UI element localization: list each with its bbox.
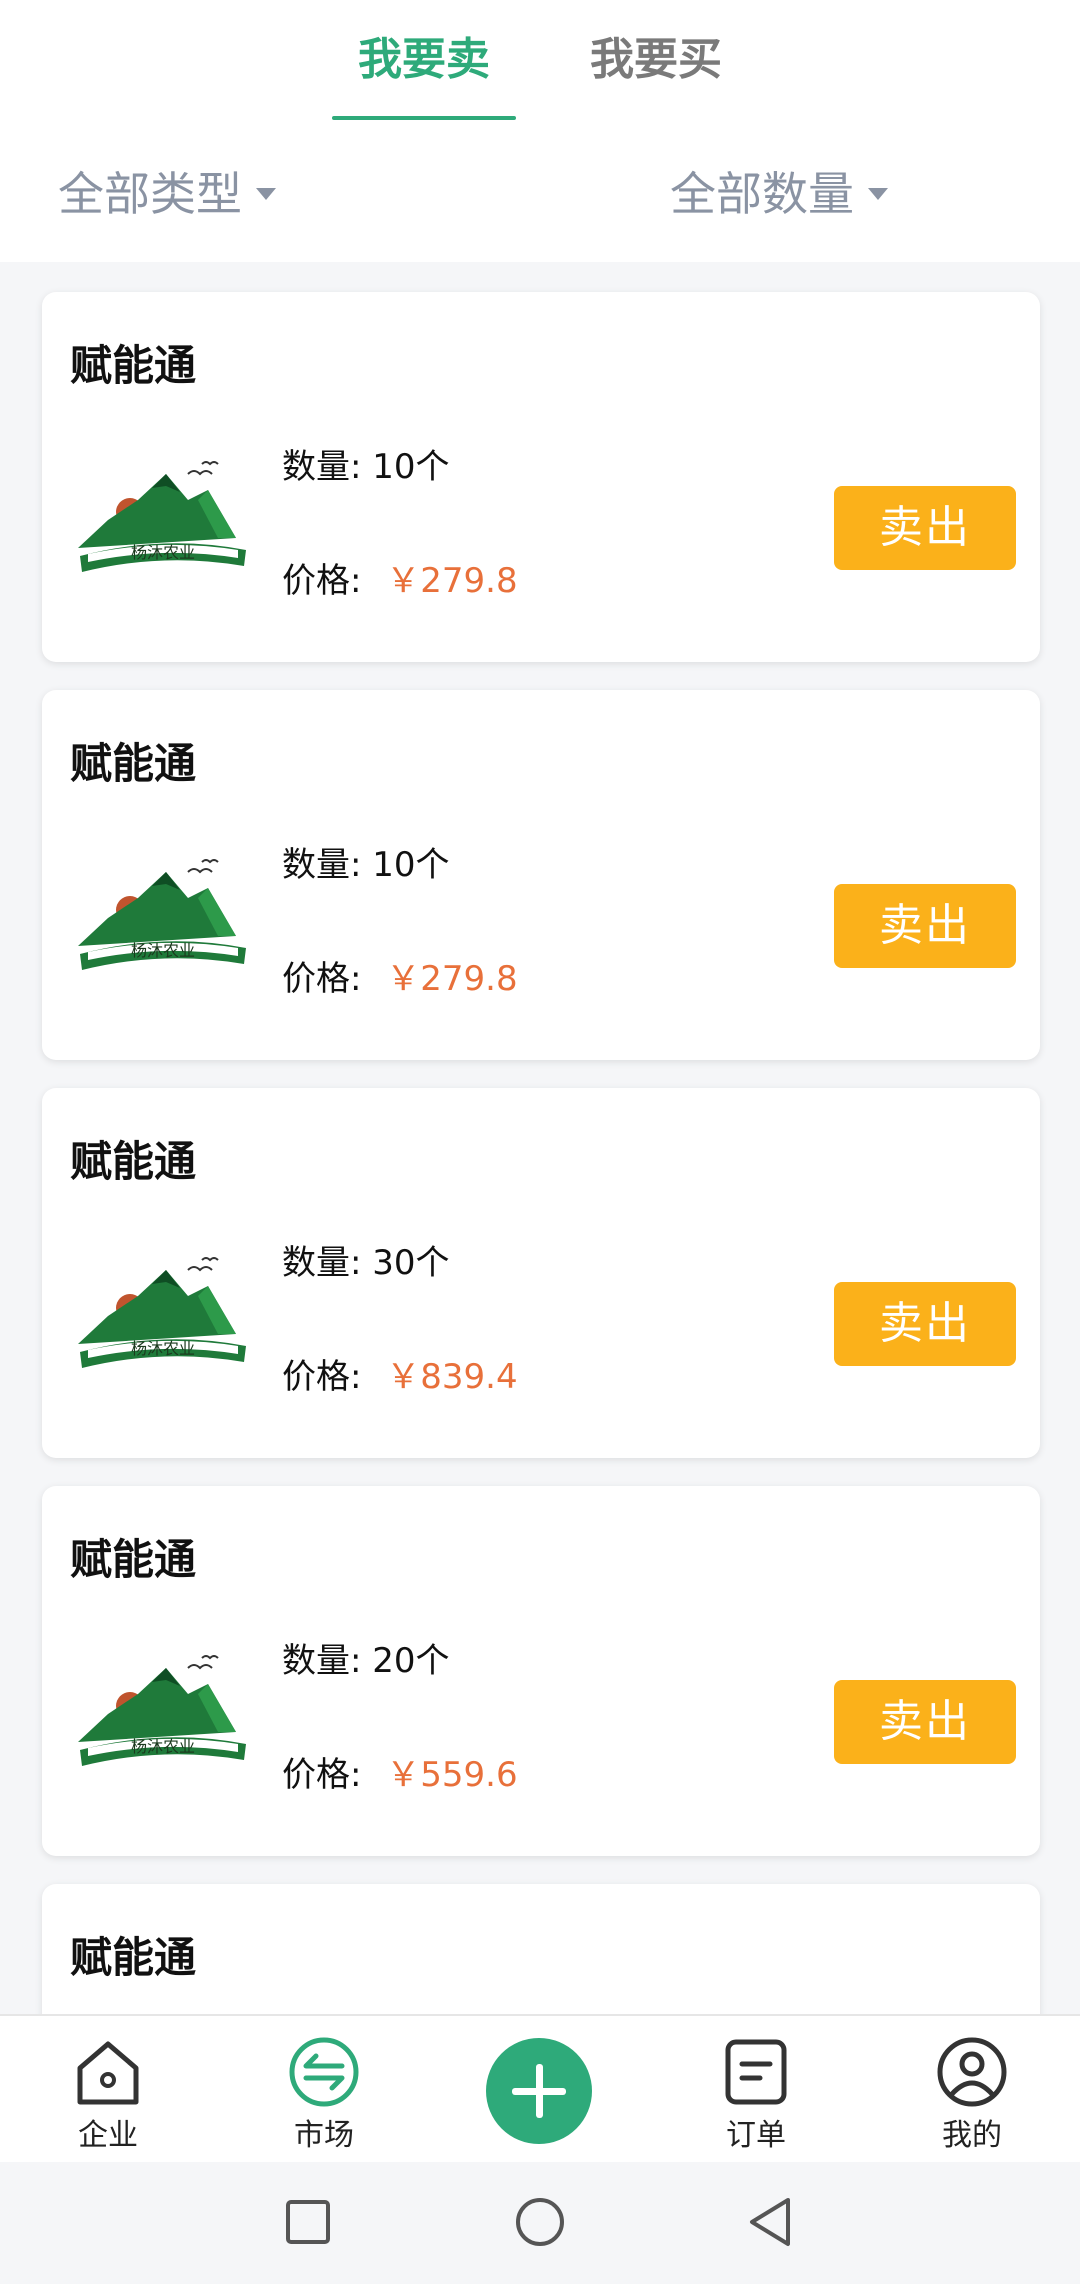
sell-button[interactable]: 卖出 [834, 486, 1016, 570]
header: 我要卖 我要买 全部类型 全部数量 [0, 0, 1080, 262]
price-label: 价格: [282, 1755, 362, 1795]
product-title: 赋能通 [70, 1137, 197, 1186]
quantity-line: 数量: 10个 [282, 840, 450, 890]
product-logo: 杨沐农业 [68, 430, 258, 620]
product-card[interactable]: 赋能通 杨沐农业 数量: 30个 价格: ￥839.4 卖出 [42, 1088, 1040, 1458]
nav-orders[interactable]: 订单 [686, 2032, 826, 2162]
caret-down-icon [868, 188, 888, 200]
logo-text: 杨沐农业 [131, 543, 195, 562]
system-navigation-bar [0, 2162, 1080, 2284]
tab-bar: 我要卖 我要买 [0, 0, 1080, 122]
price-value: ￥559.6 [386, 1755, 518, 1795]
nav-mine[interactable]: 我的 [902, 2032, 1042, 2162]
quantity-filter-dropdown[interactable]: 全部数量 [670, 164, 888, 224]
price-line: 价格: ￥839.4 [282, 1352, 518, 1402]
product-card[interactable]: 赋能通 杨沐农业 数量: 10个 价格: ￥279.8 卖出 [42, 690, 1040, 1060]
product-title: 赋能通 [70, 1933, 197, 1982]
nav-enterprise[interactable]: 企业 [38, 2032, 178, 2162]
price-value: ￥279.8 [386, 959, 518, 999]
active-tab-indicator [332, 116, 516, 120]
product-card[interactable]: 赋能通 [42, 1884, 1040, 2014]
sell-button[interactable]: 卖出 [834, 1680, 1016, 1764]
price-line: 价格: ￥559.6 [282, 1750, 518, 1800]
quantity-value: 30个 [372, 1243, 450, 1283]
mountain-logo-icon: 杨沐农业 [78, 859, 246, 970]
product-card[interactable]: 赋能通 杨沐农业 数量: 10个 价格: ￥279.8 卖出 [42, 292, 1040, 662]
nav-mine-label: 我的 [942, 2118, 1002, 2153]
price-value: ￥279.8 [386, 561, 518, 601]
product-card[interactable]: 赋能通 杨沐农业 数量: 20个 价格: ￥559.6 卖出 [42, 1486, 1040, 1856]
quantity-line: 数量: 30个 [282, 1238, 450, 1288]
quantity-line: 数量: 20个 [282, 1636, 450, 1686]
quantity-filter-label: 全部数量 [670, 167, 854, 221]
price-line: 价格: ￥279.8 [282, 954, 518, 1004]
quantity-label: 数量: [282, 845, 362, 885]
quantity-label: 数量: [282, 1243, 362, 1283]
product-title: 赋能通 [70, 1535, 197, 1584]
logo-text: 杨沐农业 [131, 1339, 195, 1358]
nav-market-label: 市场 [294, 2118, 354, 2153]
logo-text: 杨沐农业 [131, 941, 195, 960]
quantity-label: 数量: [282, 447, 362, 487]
order-list-icon [725, 2039, 787, 2105]
home-circle-icon[interactable] [512, 2194, 568, 2250]
nav-enterprise-label: 企业 [78, 2118, 138, 2153]
product-list[interactable]: 赋能通 杨沐农业 数量: 10个 价格: ￥279.8 卖出 赋能通 杨沐农业 … [0, 262, 1080, 2014]
sell-button[interactable]: 卖出 [834, 884, 1016, 968]
add-button[interactable] [486, 2038, 592, 2144]
quantity-line: 数量: 10个 [282, 442, 450, 492]
product-logo: 杨沐农业 [68, 1624, 258, 1814]
price-label: 价格: [282, 959, 362, 999]
nav-orders-label: 订单 [726, 2118, 786, 2153]
type-filter-dropdown[interactable]: 全部类型 [58, 164, 276, 224]
quantity-value: 20个 [372, 1641, 450, 1681]
product-logo: 杨沐农业 [68, 1226, 258, 1416]
product-title: 赋能通 [70, 341, 197, 390]
bottom-navigation: 企业 市场 订单 我的 [0, 2014, 1080, 2162]
quantity-value: 10个 [372, 447, 450, 487]
price-label: 价格: [282, 1357, 362, 1397]
product-logo: 杨沐农业 [68, 828, 258, 1018]
mountain-logo-icon: 杨沐农业 [78, 1655, 246, 1766]
nav-market[interactable]: 市场 [254, 2032, 394, 2162]
caret-down-icon [256, 188, 276, 200]
mountain-logo-icon: 杨沐农业 [78, 1257, 246, 1368]
price-value: ￥839.4 [386, 1357, 518, 1397]
logo-text: 杨沐农业 [131, 1737, 195, 1756]
quantity-value: 10个 [372, 845, 450, 885]
sell-button[interactable]: 卖出 [834, 1282, 1016, 1366]
home-icon [77, 2041, 139, 2105]
price-line: 价格: ￥279.8 [282, 556, 518, 606]
mountain-logo-icon: 杨沐农业 [78, 461, 246, 572]
quantity-label: 数量: [282, 1641, 362, 1681]
recent-apps-icon[interactable] [280, 2194, 336, 2250]
type-filter-label: 全部类型 [58, 167, 242, 221]
filter-bar: 全部类型 全部数量 [0, 122, 1080, 262]
tab-buy[interactable]: 我要买 [556, 30, 756, 90]
user-profile-icon [937, 2037, 1007, 2107]
tab-sell[interactable]: 我要卖 [324, 30, 524, 90]
product-title: 赋能通 [70, 739, 197, 788]
back-triangle-icon[interactable] [742, 2194, 798, 2250]
exchange-icon [289, 2037, 359, 2107]
price-label: 价格: [282, 561, 362, 601]
